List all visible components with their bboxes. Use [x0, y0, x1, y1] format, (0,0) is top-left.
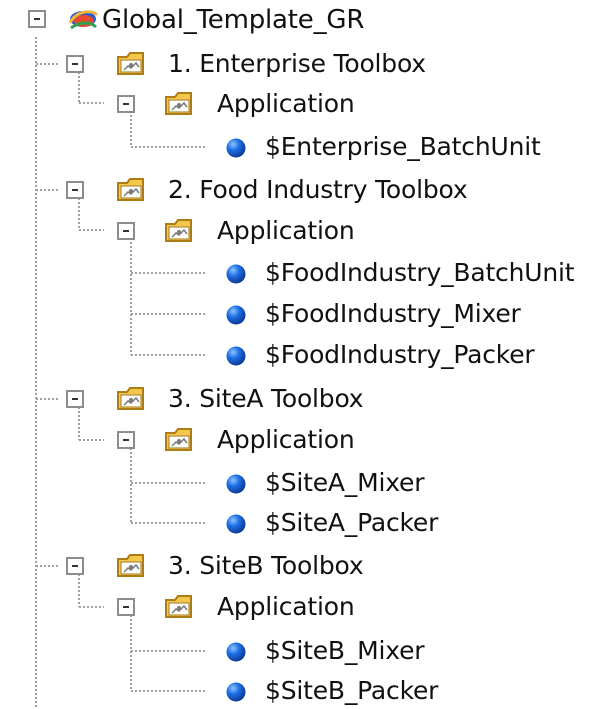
- application-label: Application: [217, 216, 355, 245]
- tree-view: Global_Template_GR 1. Enterprise Toolbox…: [0, 0, 609, 708]
- application-label: Application: [217, 89, 355, 118]
- tree-node-toolbox[interactable]: 2. Food Industry Toolbox: [60, 172, 520, 208]
- toolbox-label: 3. SiteB Toolbox: [168, 551, 364, 580]
- object-label: $FoodIndustry_Mixer: [265, 299, 521, 328]
- toolbox-label: 1. Enterprise Toolbox: [168, 49, 426, 78]
- tree-node-item[interactable]: $SiteA_Packer: [205, 505, 535, 541]
- object-label: $SiteB_Mixer: [265, 636, 425, 665]
- object-label: $FoodIndustry_BatchUnit: [265, 258, 575, 287]
- tree-node-item[interactable]: $FoodIndustry_BatchUnit: [205, 255, 609, 291]
- tree-node-item[interactable]: $SiteA_Mixer: [205, 465, 535, 501]
- application-label: Application: [217, 592, 355, 621]
- object-label: $SiteA_Packer: [265, 508, 439, 537]
- folder-icon: [116, 385, 146, 413]
- tree-node-item[interactable]: $SiteB_Packer: [205, 673, 535, 709]
- folder-icon: [116, 50, 146, 78]
- collapse-toggle[interactable]: [117, 222, 135, 240]
- tree-node-toolbox[interactable]: 1. Enterprise Toolbox: [60, 46, 480, 82]
- object-icon: [225, 513, 247, 535]
- tree-node-root[interactable]: Global_Template_GR: [0, 2, 500, 38]
- object-label: $Enterprise_BatchUnit: [265, 132, 541, 161]
- object-icon: [225, 304, 247, 326]
- object-icon: [225, 345, 247, 367]
- collapse-toggle[interactable]: [66, 557, 84, 575]
- folder-icon: [116, 552, 146, 580]
- folder-icon: [164, 593, 194, 621]
- object-label: $FoodIndustry_Packer: [265, 340, 535, 369]
- toolbox-label: 3. SiteA Toolbox: [168, 384, 364, 413]
- collapse-toggle[interactable]: [66, 181, 84, 199]
- application-label: Application: [217, 425, 355, 454]
- collapse-toggle[interactable]: [117, 431, 135, 449]
- tree-node-toolbox[interactable]: 3. SiteB Toolbox: [60, 548, 420, 584]
- object-icon: [225, 641, 247, 663]
- tree-node-item[interactable]: $SiteB_Mixer: [205, 633, 535, 669]
- folder-icon: [164, 90, 194, 118]
- tree-node-item[interactable]: $FoodIndustry_Packer: [205, 337, 609, 373]
- object-label: $SiteA_Mixer: [265, 468, 425, 497]
- folder-icon: [164, 217, 194, 245]
- tree-node-application[interactable]: Application: [104, 213, 444, 249]
- tree-node-toolbox[interactable]: 3. SiteA Toolbox: [60, 381, 420, 417]
- object-icon: [225, 681, 247, 703]
- collapse-toggle[interactable]: [66, 55, 84, 73]
- object-icon: [225, 473, 247, 495]
- folder-icon: [164, 426, 194, 454]
- tree-node-label: Global_Template_GR: [102, 5, 365, 35]
- cube-icon: [66, 5, 100, 35]
- object-icon: [225, 263, 247, 285]
- tree-node-application[interactable]: Application: [104, 589, 444, 625]
- object-icon: [225, 137, 247, 159]
- folder-icon: [116, 176, 146, 204]
- tree-node-item[interactable]: $Enterprise_BatchUnit: [205, 129, 585, 165]
- collapse-toggle[interactable]: [66, 390, 84, 408]
- collapse-toggle[interactable]: [117, 95, 135, 113]
- collapse-toggle-root[interactable]: [28, 10, 46, 28]
- tree-node-application[interactable]: Application: [104, 86, 444, 122]
- toolbox-label: 2. Food Industry Toolbox: [168, 175, 468, 204]
- tree-node-application[interactable]: Application: [104, 422, 444, 458]
- object-label: $SiteB_Packer: [265, 676, 439, 705]
- tree-node-item[interactable]: $FoodIndustry_Mixer: [205, 296, 609, 332]
- collapse-toggle[interactable]: [117, 598, 135, 616]
